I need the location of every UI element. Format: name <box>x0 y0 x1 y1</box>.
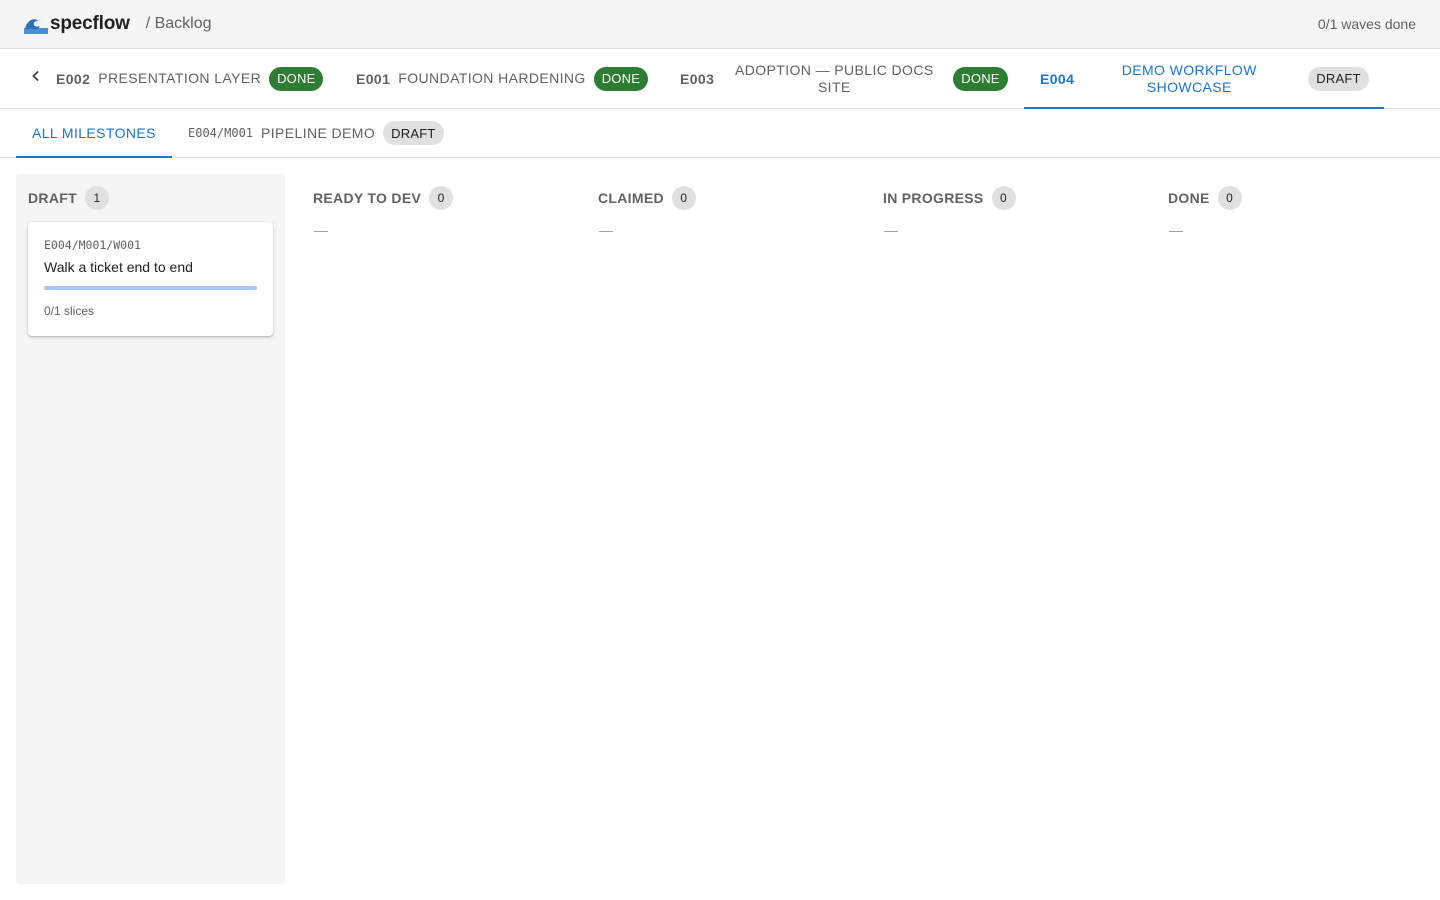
tab-milestone-m001[interactable]: E004/M001 PIPELINE DEMO DRAFT <box>188 109 444 157</box>
column-title: DRAFT <box>28 190 77 206</box>
column-claimed: CLAIMED 0 — <box>586 174 855 884</box>
column-title: CLAIMED <box>598 190 664 206</box>
status-badge: DONE <box>953 66 1008 91</box>
status-badge: DRAFT <box>1308 66 1369 91</box>
epic-code: E001 <box>356 70 391 87</box>
scroll-left-button[interactable] <box>24 65 48 91</box>
column-title: DONE <box>1168 190 1210 206</box>
count-badge: 0 <box>671 186 696 210</box>
column-done: DONE 0 — <box>1156 174 1424 884</box>
progress-bar <box>44 286 257 290</box>
empty-placeholder: — <box>314 222 328 238</box>
epic-title: DEMO WORKFLOW SHOWCASE <box>1121 61 1257 95</box>
column-title: IN PROGRESS <box>883 190 984 206</box>
count-badge: 0 <box>429 186 454 210</box>
milestone-code: E004/M001 <box>188 126 254 140</box>
tab-label: PIPELINE DEMO <box>261 125 376 141</box>
card-slices: 0/1 slices <box>44 304 95 318</box>
chevron-left-icon <box>30 69 42 87</box>
column-draft: DRAFT 1 E004/M001/W001 Walk a ticket end… <box>16 174 285 884</box>
count-badge: 0 <box>1217 186 1242 210</box>
wave-card[interactable]: E004/M001/W001 Walk a ticket end to end … <box>28 222 273 336</box>
column-header: READY TO DEV 0 <box>313 186 454 210</box>
epic-code: E004 <box>1040 70 1075 87</box>
card-id: E004/M001/W001 <box>44 238 141 252</box>
card-title: Walk a ticket end to end <box>44 259 193 275</box>
column-header: DRAFT 1 <box>28 186 109 210</box>
waves-done-status: 0/1 waves done <box>1317 16 1416 32</box>
tab-epic-e001[interactable]: E001 FOUNDATION HARDENING DONE <box>356 49 656 108</box>
column-title: READY TO DEV <box>313 190 422 206</box>
epic-title: PRESENTATION LAYER <box>98 70 262 86</box>
app-header: specflow / Backlog 0/1 waves done <box>0 0 1440 49</box>
column-header: CLAIMED 0 <box>598 186 696 210</box>
tab-all-milestones[interactable]: ALL MILESTONES <box>16 109 172 158</box>
column-in-progress: IN PROGRESS 0 — <box>871 174 1140 884</box>
breadcrumb[interactable]: / Backlog <box>146 15 212 33</box>
wave-icon <box>24 14 48 34</box>
count-badge: 0 <box>991 186 1016 210</box>
empty-placeholder: — <box>599 222 613 238</box>
app-logo[interactable]: specflow <box>24 13 130 35</box>
tab-label: ALL MILESTONES <box>32 125 156 141</box>
column-header: IN PROGRESS 0 <box>883 186 1016 210</box>
column-header: DONE 0 <box>1168 186 1242 210</box>
tab-epic-e003[interactable]: E003 ADOPTION — PUBLIC DOCS SITE DONE <box>680 49 1020 108</box>
status-badge: DONE <box>269 66 324 91</box>
tab-epic-e004[interactable]: E004 DEMO WORKFLOW SHOWCASE DRAFT <box>1024 49 1384 109</box>
epic-title: FOUNDATION HARDENING <box>398 70 586 86</box>
epic-tabs: E002 PRESENTATION LAYER DONE E001 FOUNDA… <box>0 49 1440 109</box>
column-ready-to-dev: READY TO DEV 0 — <box>301 174 570 884</box>
epic-title: ADOPTION — PUBLIC DOCS SITE <box>734 61 934 95</box>
count-badge: 1 <box>84 186 109 210</box>
epic-code: E003 <box>680 70 715 87</box>
empty-placeholder: — <box>1169 222 1183 238</box>
empty-placeholder: — <box>884 222 898 238</box>
status-badge: DRAFT <box>383 121 444 145</box>
epic-code: E002 <box>56 70 91 87</box>
milestone-tabs: ALL MILESTONES E004/M001 PIPELINE DEMO D… <box>0 109 1440 158</box>
status-badge: DONE <box>593 66 649 91</box>
app-name: specflow <box>50 13 130 34</box>
tab-epic-e002[interactable]: E002 PRESENTATION LAYER DONE <box>56 49 336 108</box>
